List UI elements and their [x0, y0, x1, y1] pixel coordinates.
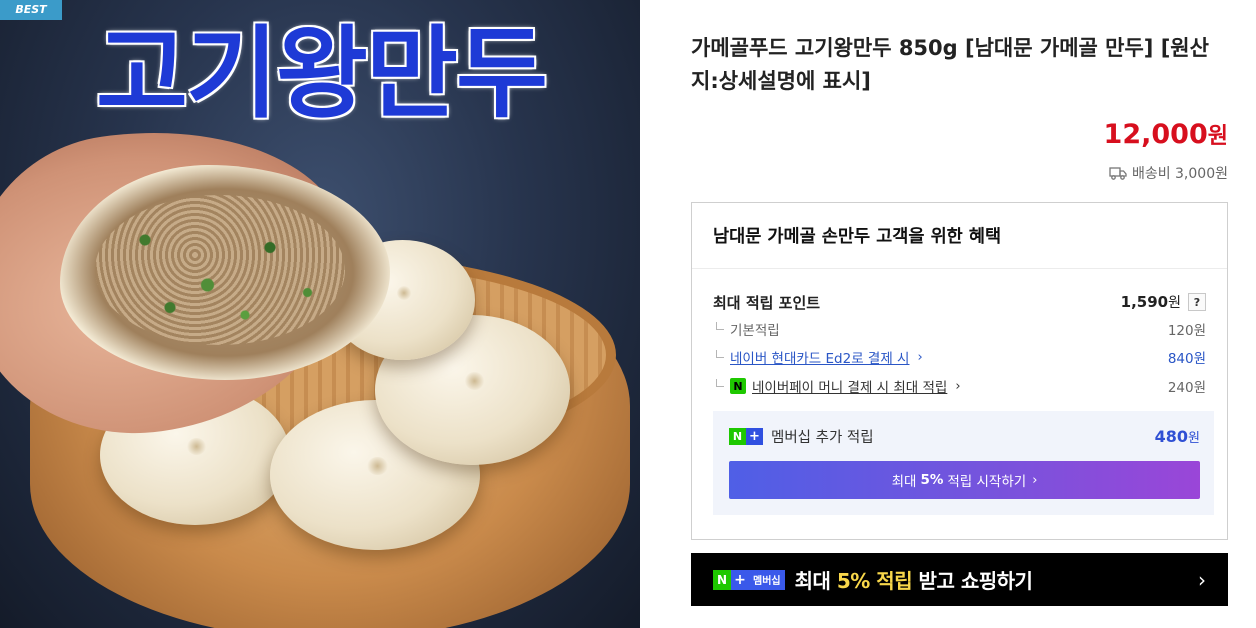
help-icon[interactable]: ? [1188, 293, 1206, 311]
membership-box: N + 멤버십 추가 적립 480원 최대 5% 적립 시작하기 › [713, 411, 1214, 515]
points-item-value: 120원 [1167, 323, 1206, 339]
chevron-right-icon: › [917, 349, 923, 365]
membership-row: N + 멤버십 추가 적립 480원 [729, 425, 1200, 447]
max-points-label: 최대 적립 포인트 [713, 293, 821, 312]
points-item-npay-money: N 네이버페이 머니 결제 시 최대 적립 › 240원 [716, 375, 1206, 397]
membership-label: 멤버십 추가 적립 [771, 429, 874, 446]
npay-icon: N [730, 378, 746, 394]
branch-line [716, 379, 724, 387]
shipping-text: 배송비 3,000원 [1131, 166, 1228, 182]
benefit-heading: 남대문 가메골 손만두 고객을 위한 혜택 [692, 203, 1227, 269]
image-title: 고기왕만두 [96, 15, 548, 132]
naver-plus-icon: N + [729, 427, 763, 445]
chevron-right-icon: › [1198, 567, 1206, 592]
chevron-right-icon: › [955, 378, 961, 394]
max-points-unit: 원 [1168, 295, 1181, 311]
hyundai-card-link[interactable]: 네이버 현대카드 Ed2로 결제 시 [730, 347, 909, 367]
best-badge: BEST [0, 0, 62, 20]
branch-line [716, 322, 724, 330]
product-title: 가메골푸드 고기왕만두 850g [남대문 가메골 만두] [원산지:상세설명에… [691, 36, 1209, 93]
product-info-panel: 가메골푸드 고기왕만두 850g [남대문 가메골 만두] [원산지:상세설명에… [691, 0, 1228, 628]
max-points-value-group: 1,590원 ? [1121, 292, 1206, 312]
product-image[interactable]: 고기왕만두 BEST [0, 0, 640, 628]
chevron-right-icon: › [1032, 472, 1038, 488]
button-text-post: 적립 시작하기 [947, 474, 1027, 490]
npay-money-link[interactable]: 네이버페이 머니 결제 시 최대 적립 [752, 376, 947, 396]
price-unit: 원 [1207, 124, 1228, 149]
start-membership-button[interactable]: 최대 5% 적립 시작하기 › [729, 461, 1200, 499]
price-value: 12,000 [1103, 119, 1208, 150]
banner-text: 최대 5% 적립 받고 쇼핑하기 [794, 569, 1033, 593]
shipping-fee: 배송비 3,000원 [1109, 163, 1228, 183]
product-price: 12,000원 [1104, 118, 1228, 150]
membership-value: 480원 [1154, 426, 1200, 446]
points-item-basic: 기본적립 120원 [716, 318, 1206, 340]
button-text-bold: 5% [920, 472, 944, 488]
truck-icon [1109, 166, 1127, 180]
filling-texture [95, 195, 345, 345]
points-item-value: 240원 [1167, 380, 1206, 396]
naver-plus-membership-icon: N + 멤버십 [713, 569, 785, 590]
button-text-pre: 최대 [891, 474, 917, 490]
max-points-row: 최대 적립 포인트 1,590원 ? [713, 291, 1206, 313]
max-points-value: 1,590 [1120, 293, 1169, 311]
points-item-label: 기본적립 [730, 323, 780, 339]
points-item-value: 840원 [1167, 351, 1206, 367]
membership-shopping-banner[interactable]: N + 멤버십 최대 5% 적립 받고 쇼핑하기 › [691, 553, 1228, 606]
benefit-box: 남대문 가메골 손만두 고객을 위한 혜택 최대 적립 포인트 1,590원 ?… [691, 202, 1228, 540]
points-item-hyundai-card: 네이버 현대카드 Ed2로 결제 시 › 840원 [716, 346, 1206, 368]
branch-line [716, 350, 724, 358]
